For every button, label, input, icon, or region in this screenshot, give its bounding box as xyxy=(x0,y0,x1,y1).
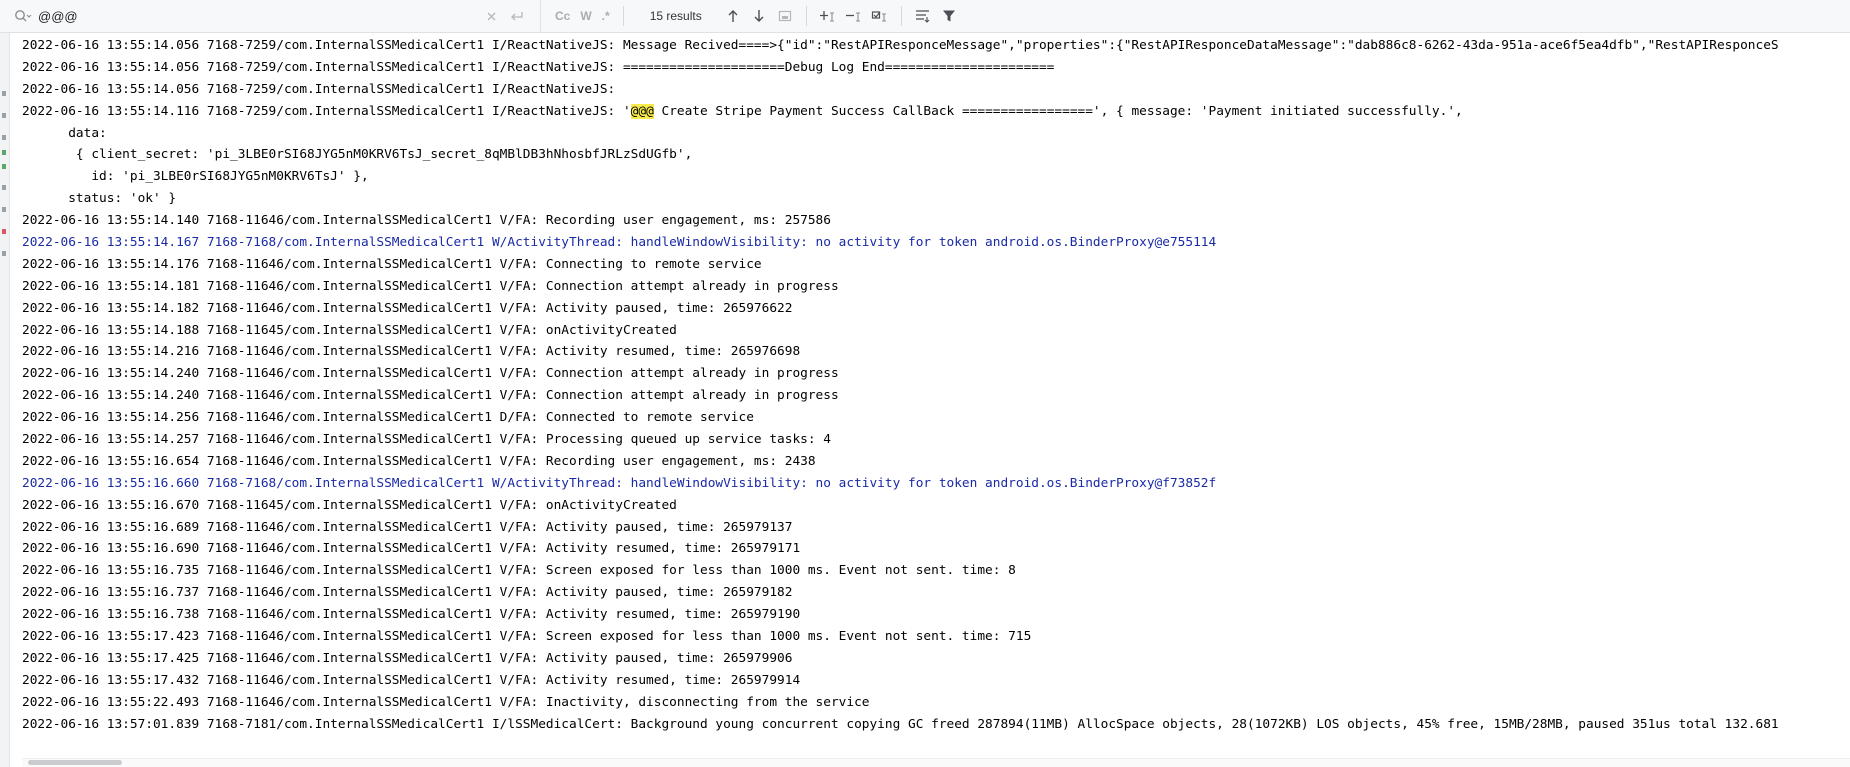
in-selection-icon[interactable] xyxy=(774,5,796,27)
log-line: 2022-06-16 13:55:14.216 7168-11646/com.I… xyxy=(22,344,801,360)
gutter-marker xyxy=(2,229,6,234)
results-count: 15 results xyxy=(649,9,702,23)
match-case-toggle[interactable]: Cc xyxy=(555,9,570,23)
log-line: 2022-06-16 13:55:14.181 7168-11646/com.I… xyxy=(22,278,839,294)
log-line: 2022-06-16 13:55:14.240 7168-11646/com.I… xyxy=(22,388,839,404)
log-line-text: 2022-06-16 13:55:14.116 7168-7259/com.In… xyxy=(22,103,631,119)
prev-arrow-icon[interactable] xyxy=(722,5,744,27)
divider xyxy=(900,6,902,26)
remove-cursor-icon[interactable] xyxy=(843,5,865,27)
find-toolbar: Cc W .* 15 results xyxy=(0,0,1850,33)
log-line: 2022-06-16 13:55:14.056 7168-7259/com.In… xyxy=(22,38,1779,53)
log-line: 2022-06-16 13:55:16.735 7168-11646/com.I… xyxy=(22,563,1016,579)
search-box xyxy=(0,0,541,32)
filter-lines-icon[interactable] xyxy=(912,5,934,27)
editor-gutter xyxy=(0,33,10,767)
gutter-marker xyxy=(2,185,6,190)
next-arrow-icon[interactable] xyxy=(748,5,770,27)
gutter-marker xyxy=(2,135,6,140)
history-icon[interactable] xyxy=(506,5,528,27)
log-line: 2022-06-16 13:55:14.240 7168-11646/com.I… xyxy=(22,366,839,382)
log-line: 2022-06-16 13:55:22.493 7168-11646/com.I… xyxy=(22,694,870,710)
log-line: 2022-06-16 13:55:14.188 7168-11645/com.I… xyxy=(22,322,677,338)
add-cursor-icon[interactable] xyxy=(817,5,839,27)
log-line: data: xyxy=(22,125,107,141)
log-line: 2022-06-16 13:55:16.654 7168-11646/com.I… xyxy=(22,453,816,469)
select-all-occurrences-icon[interactable] xyxy=(869,5,891,27)
search-match-highlight: @@@ xyxy=(630,103,654,119)
whole-words-toggle[interactable]: W xyxy=(580,9,591,23)
log-line: 2022-06-16 13:55:14.256 7168-11646/com.I… xyxy=(22,410,754,426)
gutter-marker xyxy=(2,150,6,155)
log-line: { client_secret: 'pi_3LBE0rSI68JYG5nM0KR… xyxy=(22,147,693,163)
funnel-icon[interactable] xyxy=(938,5,960,27)
scrollbar-thumb[interactable] xyxy=(28,760,122,765)
regex-toggle[interactable]: .* xyxy=(602,9,610,23)
log-line: 2022-06-16 13:55:16.689 7168-11646/com.I… xyxy=(22,519,793,535)
log-line: id: 'pi_3LBE0rSI68JYG5nM0KRV6TsJ' }, xyxy=(22,169,369,185)
log-line: 2022-06-16 13:55:16.690 7168-11646/com.I… xyxy=(22,541,801,557)
log-line: 2022-06-16 13:55:14.176 7168-11646/com.I… xyxy=(22,256,762,272)
log-line: 2022-06-16 13:55:14.056 7168-7259/com.In… xyxy=(22,59,1055,75)
log-line: 2022-06-16 13:55:14.257 7168-11646/com.I… xyxy=(22,432,831,448)
log-line: 2022-06-16 13:55:14.056 7168-7259/com.In… xyxy=(22,81,616,97)
gutter-marker xyxy=(2,207,6,212)
log-line: 2022-06-16 13:55:17.423 7168-11646/com.I… xyxy=(22,629,1032,645)
log-line: status: 'ok' } xyxy=(22,191,177,207)
log-line: 2022-06-16 13:57:01.839 7168-7181/com.In… xyxy=(22,716,1779,732)
log-line-text: Create Stripe Payment Success CallBack =… xyxy=(653,103,1463,119)
logcat-output[interactable]: 2022-06-16 13:55:14.056 7168-7259/com.In… xyxy=(22,35,1850,735)
log-line: 2022-06-16 13:55:17.432 7168-11646/com.I… xyxy=(22,672,801,688)
log-line: 2022-06-16 13:55:16.737 7168-11646/com.I… xyxy=(22,585,793,601)
divider xyxy=(805,6,807,26)
log-line: 2022-06-16 13:55:14.182 7168-11646/com.I… xyxy=(22,300,793,316)
clear-icon[interactable] xyxy=(480,5,502,27)
search-icon[interactable] xyxy=(14,6,34,26)
log-line: 2022-06-16 13:55:14.140 7168-11646/com.I… xyxy=(22,213,831,229)
gutter-marker xyxy=(2,164,6,169)
gutter-marker xyxy=(2,91,6,96)
horizontal-scrollbar[interactable] xyxy=(22,758,1850,767)
log-line: 2022-06-16 13:55:17.425 7168-11646/com.I… xyxy=(22,650,793,666)
divider xyxy=(622,6,624,26)
log-line: 2022-06-16 13:55:16.670 7168-11645/com.I… xyxy=(22,497,677,513)
search-input[interactable] xyxy=(38,8,478,24)
log-line-warning: 2022-06-16 13:55:14.167 7168-7168/com.In… xyxy=(22,235,1217,251)
log-line: 2022-06-16 13:55:16.738 7168-11646/com.I… xyxy=(22,607,801,623)
log-line-warning: 2022-06-16 13:55:16.660 7168-7168/com.In… xyxy=(22,475,1217,491)
gutter-marker xyxy=(2,251,6,256)
log-line: 2022-06-16 13:55:14.116 7168-7259/com.In… xyxy=(22,101,1850,123)
gutter-marker xyxy=(2,113,6,118)
